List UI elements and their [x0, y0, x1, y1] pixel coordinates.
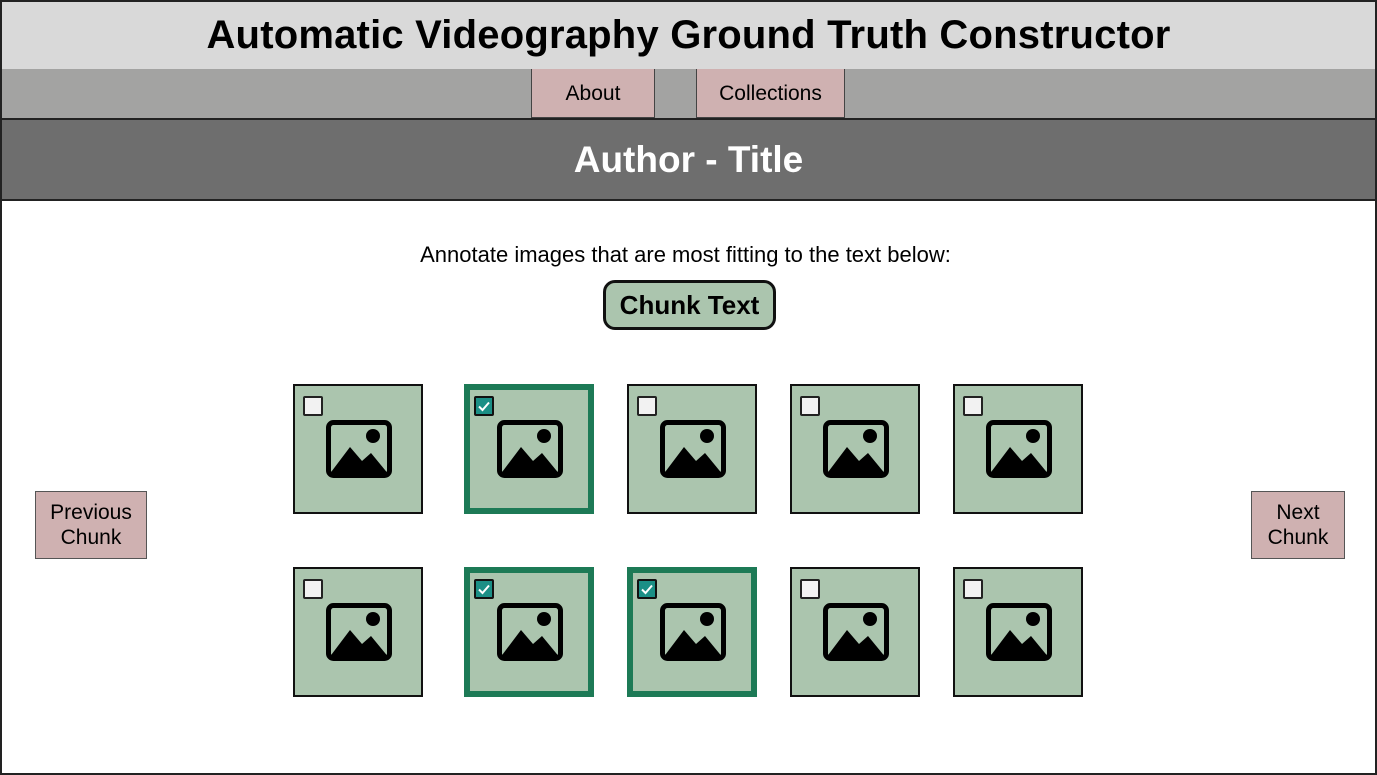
checkbox[interactable] — [963, 579, 983, 599]
checkbox[interactable] — [637, 396, 657, 416]
nav-collections-button[interactable]: Collections — [696, 69, 845, 118]
nav-about-button[interactable]: About — [531, 69, 655, 118]
checkbox[interactable] — [800, 396, 820, 416]
image-tile[interactable] — [953, 384, 1083, 514]
image-icon — [823, 420, 889, 478]
image-icon — [823, 603, 889, 661]
previous-chunk-button[interactable]: Previous Chunk — [35, 491, 147, 559]
nav-bar: About Collections — [0, 69, 1377, 120]
checkbox[interactable] — [800, 579, 820, 599]
checkbox[interactable] — [303, 396, 323, 416]
image-icon — [986, 420, 1052, 478]
image-icon — [497, 603, 563, 661]
checkbox[interactable] — [303, 579, 323, 599]
checkbox-checked[interactable] — [474, 579, 494, 599]
image-tile[interactable] — [790, 567, 920, 697]
image-tile[interactable] — [293, 567, 423, 697]
image-tile[interactable] — [464, 567, 594, 697]
image-icon — [660, 603, 726, 661]
checkmark-icon — [641, 584, 653, 595]
page-title: Author - Title — [573, 138, 804, 180]
app-title: Automatic Videography Ground Truth Const… — [206, 13, 1171, 57]
page-title-bar: Author - Title — [0, 118, 1377, 201]
image-icon — [660, 420, 726, 478]
checkbox-checked[interactable] — [474, 396, 494, 416]
annotation-instruction: Annotate images that are most fitting to… — [420, 242, 951, 267]
chunk-text-box: Chunk Text — [603, 280, 776, 330]
image-tile[interactable] — [790, 384, 920, 514]
image-tile[interactable] — [953, 567, 1083, 697]
checkmark-icon — [478, 401, 490, 412]
next-chunk-button[interactable]: Next Chunk — [1251, 491, 1345, 559]
image-icon — [326, 420, 392, 478]
image-icon — [326, 603, 392, 661]
image-tile[interactable] — [627, 567, 757, 697]
checkmark-icon — [478, 584, 490, 595]
image-tile[interactable] — [293, 384, 423, 514]
image-tile[interactable] — [464, 384, 594, 514]
image-icon — [986, 603, 1052, 661]
image-tile[interactable] — [627, 384, 757, 514]
app-header: Automatic Videography Ground Truth Const… — [0, 0, 1377, 71]
image-icon — [497, 420, 563, 478]
checkbox-checked[interactable] — [637, 579, 657, 599]
checkbox[interactable] — [963, 396, 983, 416]
chunk-text: Chunk Text — [619, 289, 760, 320]
